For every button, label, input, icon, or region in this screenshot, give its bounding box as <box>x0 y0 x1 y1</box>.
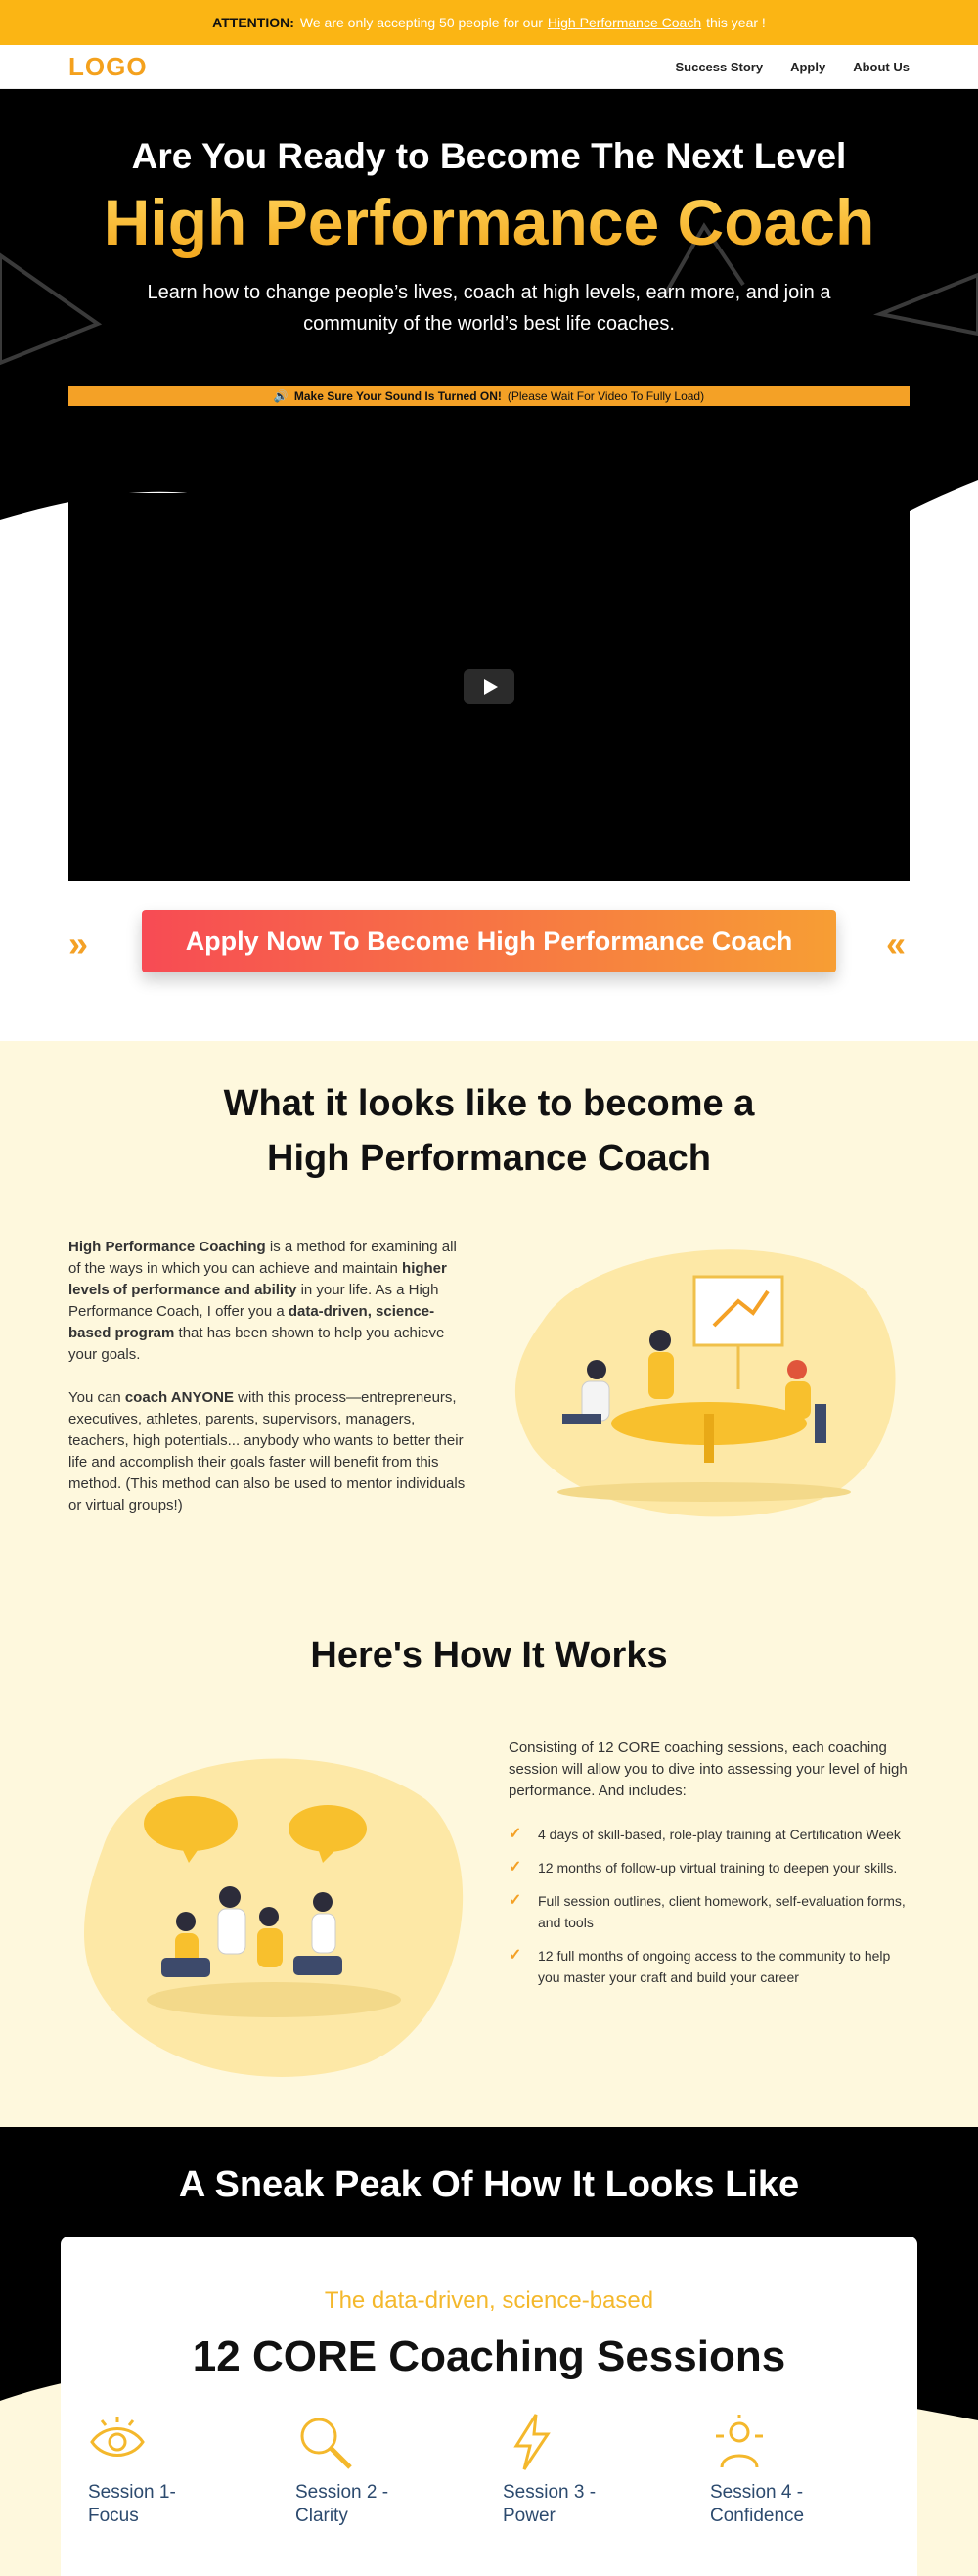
sessions-list: Session 1- Focus Session 2 - Clarity Ses… <box>88 2413 917 2528</box>
list-item: ✓ 12 months of follow-up virtual training… <box>509 1857 910 1878</box>
eye-icon <box>90 2417 145 2457</box>
check-icon: ✓ <box>509 1947 522 1964</box>
section1-paragraph2: You can coach ANYONE with this process—e… <box>68 1387 469 1516</box>
announcement-prefix: ATTENTION: <box>212 15 294 30</box>
announcement-bar: ATTENTION: We are only accepting 50 peop… <box>0 0 978 45</box>
hero-pre-title: Are You Ready to Become The Next Level <box>131 136 847 176</box>
list-item-text: 4 days of skill-based, role-play trainin… <box>538 1827 901 1842</box>
sound-notice-bold: Make Sure Your Sound Is Turned ON! <box>293 389 502 403</box>
sessions-kicker: The data-driven, science-based <box>324 2287 654 2314</box>
list-item-text: 12 full months of ongoing access to the … <box>538 1948 891 1985</box>
para-text: You can <box>68 1389 125 1406</box>
how-it-works-list: ✓ 4 days of skill-based, role-play traini… <box>509 1824 910 1988</box>
speaker-icon: 🔊 <box>273 389 289 403</box>
lightning-icon <box>513 2414 551 2470</box>
list-item-text: 12 months of follow-up virtual training … <box>538 1860 898 1876</box>
section1-title-line1: What it looks like to become a <box>223 1083 755 1124</box>
para-bold: coach ANYONE <box>124 1389 234 1406</box>
list-item: ✓ 4 days of skill-based, role-play traini… <box>509 1824 910 1845</box>
session-item[interactable]: Session 1- Focus <box>88 2413 295 2528</box>
session-label: Session 1- Focus <box>88 2482 176 2526</box>
session-label: Session 4 - Confidence <box>710 2482 805 2526</box>
how-it-works-intro: Consisting of 12 CORE coaching sessions,… <box>509 1740 908 1799</box>
para-bold: High Performance Coaching <box>68 1239 266 1255</box>
para-text: with this process—entrepreneurs, executi… <box>68 1389 466 1514</box>
list-item: ✓ 12 full months of ongoing access to the… <box>509 1945 910 1988</box>
sound-notice: 🔊 Make Sure Your Sound Is Turned ON! (Pl… <box>68 386 910 406</box>
announcement-link[interactable]: High Performance Coach <box>548 15 701 30</box>
nav-link-apply[interactable]: Apply <box>790 60 825 74</box>
hero-subtitle: Learn how to change people’s lives, coac… <box>147 282 831 335</box>
hero-content: Are You Ready to Become The Next Level H… <box>0 89 978 339</box>
confidence-icon <box>716 2415 763 2468</box>
sneak-peek-section: A Sneak Peak Of How It Looks Like The da… <box>0 2127 978 2576</box>
session-item[interactable]: Session 3 - Power <box>503 2413 710 2528</box>
meeting-illustration <box>514 1249 896 1517</box>
hero-title: High Performance Coach <box>0 185 978 259</box>
section1-title: What it looks like to become a High Perf… <box>0 1076 978 1186</box>
session-label: Session 2 - Clarity <box>295 2482 389 2526</box>
sound-notice-note: (Please Wait For Video To Fully Load) <box>507 389 705 403</box>
section1-paragraph1: High Performance Coaching is a method fo… <box>68 1237 469 1366</box>
session-item[interactable]: Session 4 - Confidence <box>710 2413 917 2528</box>
list-item-text: Full session outlines, client homework, … <box>538 1893 906 1930</box>
announcement-text: We are only accepting 50 people for our <box>299 15 543 30</box>
team-discussion-illustration <box>83 1758 464 2077</box>
session-label: Session 3 - Power <box>503 2482 597 2526</box>
play-button[interactable] <box>464 669 514 704</box>
how-it-works-body: Consisting of 12 CORE coaching sessions,… <box>509 1738 910 2000</box>
chevron-right-icon: » <box>68 924 88 964</box>
video-player[interactable] <box>68 493 910 881</box>
sessions-card: The data-driven, science-based 12 CORE C… <box>61 2237 917 2576</box>
nav-links: Success Story Apply About Us <box>675 60 910 74</box>
nav-link-success-story[interactable]: Success Story <box>675 60 763 74</box>
list-item: ✓ Full session outlines, client homework,… <box>509 1890 910 1933</box>
check-icon: ✓ <box>509 1859 522 1876</box>
section1-body: High Performance Coaching is a method fo… <box>68 1237 469 1538</box>
section1-title-line2: High Performance Coach <box>267 1138 711 1179</box>
nav-link-about-us[interactable]: About Us <box>853 60 910 74</box>
session-item[interactable]: Session 2 - Clarity <box>295 2413 503 2528</box>
announcement-suffix: this year ! <box>706 15 766 30</box>
logo[interactable]: LOGO <box>68 52 148 82</box>
sneak-peek-title: A Sneak Peak Of How It Looks Like <box>178 2164 800 2205</box>
check-icon: ✓ <box>509 1892 522 1909</box>
cta-row: » Apply Now To Become High Performance C… <box>0 910 978 972</box>
chevron-left-icon: « <box>885 924 906 964</box>
sessions-title: 12 CORE Coaching Sessions <box>192 2332 786 2380</box>
about-section: What it looks like to become a High Perf… <box>0 1041 978 2127</box>
magnifier-icon <box>300 2418 352 2469</box>
top-nav: LOGO Success Story Apply About Us <box>0 45 978 89</box>
section2-title: Here's How It Works <box>310 1635 668 1676</box>
check-icon: ✓ <box>509 1826 522 1842</box>
apply-now-button[interactable]: Apply Now To Become High Performance Coa… <box>142 910 836 972</box>
